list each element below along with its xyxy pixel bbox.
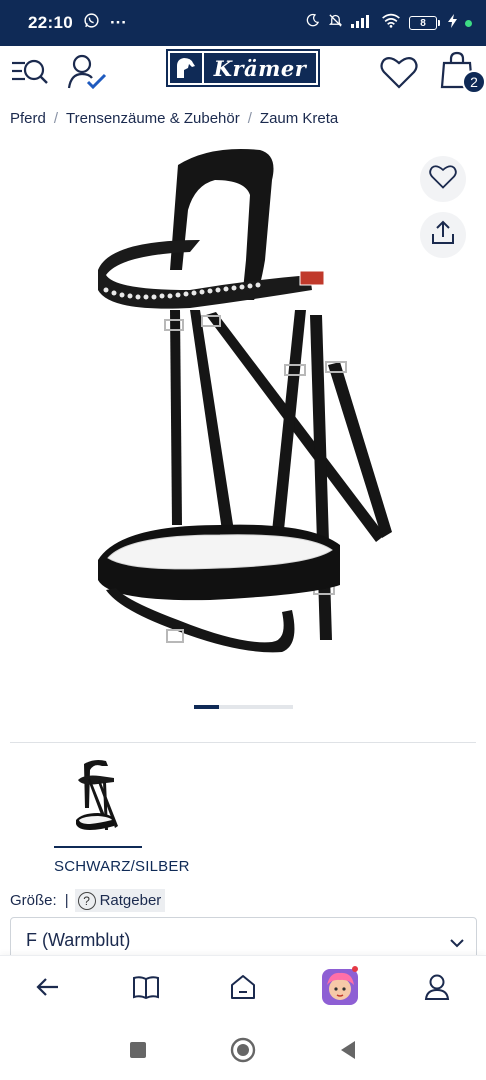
mute-icon xyxy=(328,13,343,33)
nav-game-button[interactable] xyxy=(310,956,370,1022)
notification-dot xyxy=(352,966,358,972)
account-icon[interactable] xyxy=(66,46,108,98)
breadcrumb-item-current[interactable]: Zaum Kreta xyxy=(260,110,338,127)
breadcrumb-separator: / xyxy=(53,110,59,127)
game-icon xyxy=(322,968,358,1010)
bridle-image xyxy=(98,149,392,653)
image-slider-indicator[interactable] xyxy=(194,705,293,709)
brand-name: Krämer xyxy=(213,55,307,81)
share-button[interactable] xyxy=(420,212,466,258)
variant-thumbnail[interactable] xyxy=(70,758,126,838)
wifi-icon xyxy=(381,13,401,33)
bottom-nav xyxy=(0,955,486,1025)
charging-icon xyxy=(448,13,457,33)
back-arrow-icon xyxy=(36,977,60,1002)
variant-label[interactable]: SCHWARZ/SILBER xyxy=(54,858,190,875)
size-advisor-label: Ratgeber xyxy=(99,892,162,909)
whatsapp-icon xyxy=(83,12,100,34)
size-label: Größe: xyxy=(10,892,57,909)
status-bar: 22:10 ··· 8 xyxy=(0,0,486,46)
more-notifications-icon: ··· xyxy=(109,13,127,32)
wishlist-icon[interactable] xyxy=(378,46,420,98)
status-dot-icon xyxy=(465,19,472,27)
share-icon xyxy=(430,220,456,251)
book-icon xyxy=(132,975,160,1004)
moon-icon xyxy=(305,13,320,33)
profile-icon xyxy=(424,973,450,1006)
divider xyxy=(10,742,476,743)
breadcrumb-item-pferd[interactable]: Pferd xyxy=(10,110,46,127)
nav-profile-button[interactable] xyxy=(407,956,467,1022)
variant-selected-indicator xyxy=(54,846,142,848)
battery-level: 8 xyxy=(420,17,426,29)
breadcrumb: Pferd / Trensenzäume & Zubehör / Zaum Kr… xyxy=(10,110,338,127)
nav-back-button[interactable] xyxy=(18,956,78,1022)
size-select-value: F (Warmblut) xyxy=(26,929,131,950)
size-advisor-button[interactable]: ? Ratgeber xyxy=(74,889,166,912)
cart-count-badge: 2 xyxy=(462,70,486,94)
product-image[interactable] xyxy=(10,140,476,685)
brand-logo[interactable]: Krämer xyxy=(166,49,320,87)
circle-icon xyxy=(230,1037,256,1068)
battery-icon: 8 xyxy=(409,16,440,30)
back-system-button[interactable] xyxy=(333,1037,363,1067)
cart-button[interactable]: 2 xyxy=(438,46,486,98)
image-slider-active xyxy=(194,705,219,709)
size-separator: | xyxy=(64,892,69,909)
nav-catalog-button[interactable] xyxy=(116,956,176,1022)
breadcrumb-item-category[interactable]: Trensenzäume & Zubehör xyxy=(66,110,240,127)
question-icon: ? xyxy=(77,891,96,910)
product-favorite-button[interactable] xyxy=(420,156,466,202)
heart-icon xyxy=(429,164,457,194)
nav-home-button[interactable] xyxy=(213,956,273,1022)
signal-icon xyxy=(351,13,373,33)
system-nav xyxy=(0,1025,486,1080)
home-system-button[interactable] xyxy=(228,1037,258,1067)
home-icon xyxy=(229,973,257,1006)
app-header: Krämer 2 xyxy=(0,46,486,98)
chevron-down-icon xyxy=(450,932,464,953)
recent-apps-button[interactable] xyxy=(123,1037,153,1067)
breadcrumb-separator: / xyxy=(247,110,252,127)
triangle-back-icon xyxy=(339,1040,357,1065)
status-time: 22:10 xyxy=(28,13,73,32)
menu-search-icon[interactable] xyxy=(10,46,50,98)
size-row: Größe: | ? Ratgeber xyxy=(10,889,166,912)
horse-logo-icon xyxy=(170,53,204,83)
square-icon xyxy=(129,1041,147,1064)
